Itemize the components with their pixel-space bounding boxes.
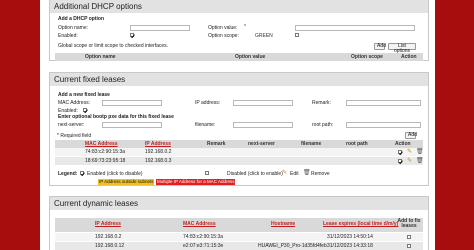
remark-label: Remark: [312, 100, 331, 106]
col-root-path: root path [346, 141, 368, 147]
row-dyn-mac: 74:83:c2:90:15:3a [183, 234, 224, 240]
legend-edit-text: Edit [290, 171, 299, 177]
mac-address-input[interactable] [102, 100, 162, 106]
row-add-to-fix-checkbox[interactable] [407, 244, 411, 248]
filename-input[interactable] [233, 122, 293, 128]
main-content: Additional DHCP options Add a DHCP optio… [40, 0, 435, 250]
col-option-value: Option value [235, 54, 266, 60]
left-red-margin [0, 0, 40, 250]
ip-address-label: IP address: [195, 100, 221, 106]
dhcp-options-title: Additional DHCP options [50, 0, 428, 13]
col-action: Action [401, 54, 417, 60]
row-enabled-checkbox[interactable] [398, 159, 402, 163]
add-fixed-lease-label: Add a new fixed lease [58, 92, 110, 98]
right-red-margin [435, 0, 474, 250]
root-path-input[interactable] [346, 122, 421, 128]
filename-label: filename: [195, 122, 216, 128]
row-add-to-fix-checkbox[interactable] [407, 235, 411, 239]
next-server-label: next-server: [58, 122, 85, 128]
next-server-input[interactable] [102, 122, 162, 128]
option-enabled-checkbox[interactable] [130, 33, 134, 37]
col-hostname[interactable]: Hostname [271, 221, 295, 227]
trash-icon[interactable]: 🗑 [416, 149, 424, 155]
row-ip: 192.168.0.2 [145, 149, 172, 155]
col-next-server: next-server [248, 141, 275, 147]
legend-enabled-icon [80, 171, 84, 175]
option-name-label: Option name: [58, 25, 89, 31]
col-dyn-ip-address[interactable]: IP Address [95, 221, 121, 227]
option-value-required-mark: * [244, 24, 246, 30]
dhcp-options-panel: Additional DHCP options Add a DHCP optio… [49, 0, 429, 61]
option-scope-label: Option scope: [208, 33, 239, 39]
add-fixed-lease-button[interactable]: Add [405, 132, 417, 139]
legend-enabled-text: Enabled (click to disable) [87, 171, 143, 177]
pxe-data-label: Enter optional bootp pxe data for this f… [58, 114, 174, 120]
col-option-name: Option name [85, 54, 116, 60]
col-mac-address[interactable]: MAC Address [85, 140, 118, 148]
fixed-leases-table-header: MAC Address IP Address Remark next-serve… [55, 140, 423, 148]
legend-label: Legend: [58, 171, 78, 177]
option-name-input[interactable] [130, 25, 190, 31]
col-fixed-action: Action [395, 141, 411, 147]
required-field-note: * Required field [57, 133, 92, 139]
option-value-input[interactable] [295, 25, 415, 31]
mac-address-label: MAC Address: [58, 100, 90, 106]
global-scope-note: Global scope or limit scope to checked i… [58, 43, 169, 49]
option-scope-value: GREEN [255, 33, 273, 39]
list-options-button[interactable]: List options [388, 43, 416, 54]
row-dyn-hostname: HUAWEI_P30_Pro-1d35fd4feb [258, 243, 327, 249]
legend-trash-icon: 🗑 [303, 170, 311, 176]
table-row: 192.168.0.2 74:83:c2:90:15:3a 31/12/2023… [55, 233, 423, 241]
add-option-button[interactable]: Add [374, 43, 386, 50]
fixed-enabled-checkbox[interactable] [83, 108, 87, 112]
legend-edit-icon: ✎ [282, 170, 288, 176]
col-ip-address[interactable]: IP Address [145, 140, 171, 148]
option-scope-green-checkbox[interactable] [295, 33, 299, 37]
row-enabled-checkbox[interactable] [398, 150, 402, 154]
col-remark: Remark [207, 141, 226, 147]
legend-remove-text: Remove [311, 171, 330, 177]
root-path-label: root path: [312, 122, 334, 128]
legend-disabled-icon [205, 171, 209, 175]
legend-disabled-text: Disabled (click to enable) [227, 171, 283, 177]
remark-input[interactable] [346, 100, 421, 106]
dynamic-leases-title: Current dynamic leases [50, 197, 428, 210]
fixed-leases-panel: Current fixed leases Add a new fixed lea… [49, 72, 429, 186]
table-row: 18:69:73:23:95:18 192.168.0.3 ✎ 🗑 [55, 157, 424, 165]
row-mac: 74:83:c2:90:15:3a [85, 149, 126, 155]
row-dyn-ip: 192.168.0.2 [95, 234, 122, 240]
add-dhcp-option-label: Add a DHCP option [58, 16, 105, 22]
row-dyn-ip: 192.168.0.12 [95, 243, 125, 249]
trash-icon[interactable]: 🗑 [416, 158, 424, 164]
dynamic-leases-table-header: IP Address MAC Address Hostname Lease ex… [55, 218, 423, 232]
col-lease-expires[interactable]: Lease expires (local time d/m/y) [323, 221, 398, 227]
edit-icon[interactable]: ✎ [407, 158, 412, 164]
enabled-label: Enabled: [58, 33, 78, 39]
legend-multiple-ip: Multiple IP Address for a MAC Address [156, 179, 236, 185]
row-mac: 18:69:73:23:95:18 [85, 158, 126, 164]
col-add-to-fix: Add to fix leases [397, 218, 421, 229]
legend-outside-subnet: IP Address outside subnets [98, 179, 155, 185]
col-option-scope: Option scope [351, 54, 383, 60]
dhcp-options-table-header: Option name Option value Option scope Ac… [55, 53, 423, 61]
row-ip: 192.168.0.3 [145, 158, 172, 164]
dynamic-leases-panel: Current dynamic leases IP Address MAC Ad… [49, 196, 429, 250]
table-row: 192.168.0.12 e2:07:e3:71:15:3e HUAWEI_P3… [55, 242, 423, 250]
row-dyn-mac: e2:07:e3:71:15:3e [183, 243, 224, 249]
edit-icon[interactable]: ✎ [407, 149, 412, 155]
table-row: 74:83:c2:90:15:3a 192.168.0.2 ✎ 🗑 [55, 148, 424, 156]
fixed-leases-title: Current fixed leases [50, 73, 428, 86]
col-filename: filename [301, 141, 322, 147]
col-dyn-mac-address[interactable]: MAC Address [183, 221, 216, 227]
option-value-label: Option value: [208, 25, 238, 31]
row-dyn-expires: 31/12/2023 14:33:18 [327, 243, 373, 249]
ip-address-input[interactable] [233, 100, 293, 106]
row-dyn-expires: 31/12/2023 14:50:14 [327, 234, 373, 240]
